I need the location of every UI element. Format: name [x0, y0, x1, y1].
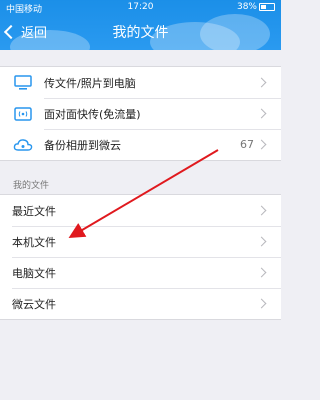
annotation-arrow	[68, 149, 219, 239]
